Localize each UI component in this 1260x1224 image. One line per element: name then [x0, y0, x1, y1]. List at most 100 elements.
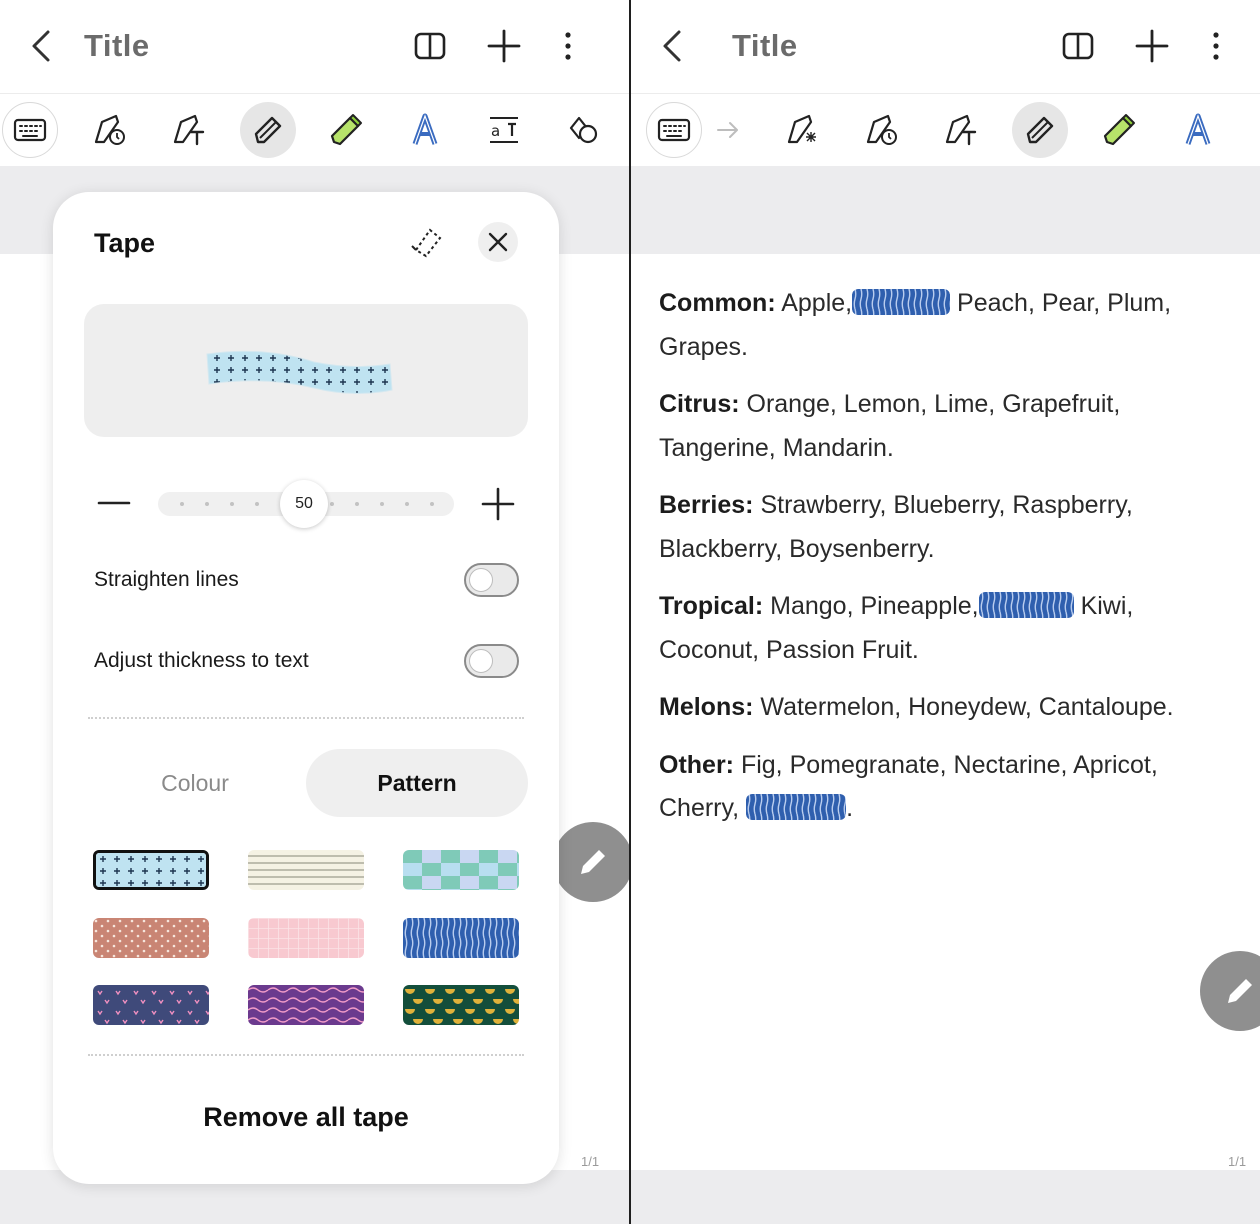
note-category: Other: [659, 750, 734, 779]
keyboard-icon [13, 118, 47, 142]
pattern-lined-paper[interactable] [248, 850, 364, 890]
note-line: Other: Fig, Pomegranate, Nectarine, Apri… [659, 744, 1239, 831]
page-title: Title [732, 28, 798, 63]
tape-tool[interactable] [240, 102, 296, 158]
pattern-teal-check[interactable] [403, 850, 519, 890]
plus-icon[interactable] [1134, 26, 1170, 66]
canvas-margin-bottom [631, 1170, 1260, 1224]
highlighter-icon [1103, 114, 1135, 146]
tape-pen-icon [254, 116, 282, 144]
shape-pen-tool[interactable] [854, 102, 910, 158]
note-category: Berries: [659, 491, 754, 519]
pen-text-icon [173, 114, 205, 146]
tape-pen-icon [1026, 116, 1054, 144]
tape-eraser-icon[interactable] [408, 224, 444, 260]
pattern-brown-dots[interactable] [93, 918, 209, 958]
left-pane: Title a 1/1 Tape 50 Straighten lines Adj… [0, 0, 629, 1224]
pattern-pink-grid[interactable] [248, 918, 364, 958]
note-text: Watermelon, Honeydew, Cantaloupe. [753, 693, 1174, 721]
pen-sparkle-icon [787, 114, 816, 144]
pattern-blue-stripes[interactable] [403, 918, 519, 958]
top-app-bar: Title [0, 0, 629, 94]
colour-pattern-tabs: Colour Pattern [84, 749, 528, 817]
tape-preview-sample [206, 350, 393, 395]
note-line: Tropical: Mango, Pineapple, Kiwi, Coconu… [659, 585, 1239, 672]
remove-all-tape-button[interactable]: Remove all tape [53, 1102, 559, 1133]
note-category: Citrus: [659, 390, 740, 418]
highlighter-tool[interactable] [1091, 102, 1147, 158]
more-vertical-icon[interactable] [550, 26, 586, 66]
shape-pen-tool[interactable] [82, 102, 138, 158]
page-number: 1/1 [581, 1154, 600, 1169]
right-pane: Title 1/1 Common: Apple, Peach, Pear, Pl… [631, 0, 1260, 1224]
close-button[interactable] [478, 222, 518, 262]
chevron-left-icon[interactable] [657, 26, 689, 66]
text-style-tool[interactable] [1170, 102, 1226, 158]
note-category: Melons: [659, 693, 754, 721]
more-vertical-icon[interactable] [1198, 26, 1234, 66]
pattern-blue-cross[interactable] [93, 850, 209, 890]
note-line: Common: Apple, Peach, Pear, Plum, Grapes… [659, 282, 1239, 369]
magic-pen-tool[interactable] [775, 102, 831, 158]
highlighter-tool[interactable] [318, 102, 374, 158]
note-text: . [846, 794, 854, 822]
note-category: Tropical: [659, 592, 764, 620]
decrease-thickness-button[interactable] [97, 488, 131, 518]
highlighter-icon [330, 114, 362, 146]
text-box-icon: a [490, 117, 518, 143]
note-line: Citrus: Orange, Lemon, Lime, Grapefruit,… [659, 383, 1239, 470]
note-text: Apple, [775, 289, 853, 317]
tape-tool[interactable] [1012, 102, 1068, 158]
increase-thickness-button[interactable] [480, 486, 516, 522]
pen-shape-icon [866, 114, 897, 145]
chevron-left-icon[interactable] [26, 26, 58, 66]
text-pen-tool[interactable] [161, 102, 217, 158]
close-icon [488, 232, 508, 252]
pencil-icon [581, 850, 605, 874]
canvas-margin [631, 166, 1260, 254]
tab-colour[interactable]: Colour [84, 749, 306, 817]
tab-pattern[interactable]: Pattern [306, 749, 528, 817]
tape-strip[interactable] [852, 289, 951, 316]
book-icon[interactable] [1060, 26, 1096, 66]
tape-strip[interactable] [746, 794, 847, 821]
note-line: Melons: Watermelon, Honeydew, Cantaloupe… [659, 686, 1239, 730]
pattern-navy-hearts[interactable] [93, 985, 209, 1025]
pencil-icon [1228, 979, 1252, 1003]
top-app-bar: Title [631, 0, 1260, 94]
note-category: Common: [659, 289, 776, 317]
note-line: Berries: Strawberry, Blueberry, Raspberr… [659, 484, 1239, 571]
svg-text:a: a [491, 122, 500, 140]
pattern-green-scallops[interactable] [403, 985, 519, 1025]
note-content[interactable]: Common: Apple, Peach, Pear, Plum, Grapes… [659, 282, 1239, 845]
tape-strip[interactable] [978, 592, 1074, 619]
divider [88, 1054, 524, 1056]
note-text: Mango, Pineapple, [763, 592, 979, 620]
keyboard-button[interactable] [2, 102, 58, 158]
pattern-purple-waves[interactable] [248, 985, 364, 1025]
letter-a-icon [412, 113, 438, 145]
straighten-lines-toggle[interactable] [464, 563, 519, 597]
pen-toolbar [631, 94, 1260, 166]
note-text: Fig, Pomegranate, Nectarine, Apricot, Ch… [659, 750, 1158, 823]
pen-text-icon [945, 114, 977, 146]
text-pen-tool[interactable] [933, 102, 989, 158]
text-box-tool[interactable]: a [476, 102, 532, 158]
text-style-tool[interactable] [397, 102, 453, 158]
plus-icon[interactable] [486, 26, 522, 66]
tape-settings-panel: Tape 50 Straighten lines Adjust thicknes… [53, 192, 559, 1184]
pen-toolbar: a [0, 94, 629, 166]
edit-fab[interactable] [553, 822, 629, 902]
tape-preview [84, 304, 528, 437]
arrow-right-icon[interactable] [715, 118, 741, 142]
panel-title: Tape [94, 228, 156, 258]
page-number: 1/1 [1228, 1154, 1247, 1169]
shapes-tool[interactable] [555, 102, 611, 158]
divider [88, 717, 524, 719]
adjust-thickness-toggle[interactable] [464, 644, 519, 678]
book-icon[interactable] [412, 26, 448, 66]
straighten-lines-label: Straighten lines [94, 568, 239, 591]
thickness-slider-thumb[interactable]: 50 [280, 480, 328, 528]
keyboard-button[interactable] [646, 102, 702, 158]
adjust-thickness-label: Adjust thickness to text [94, 649, 309, 672]
